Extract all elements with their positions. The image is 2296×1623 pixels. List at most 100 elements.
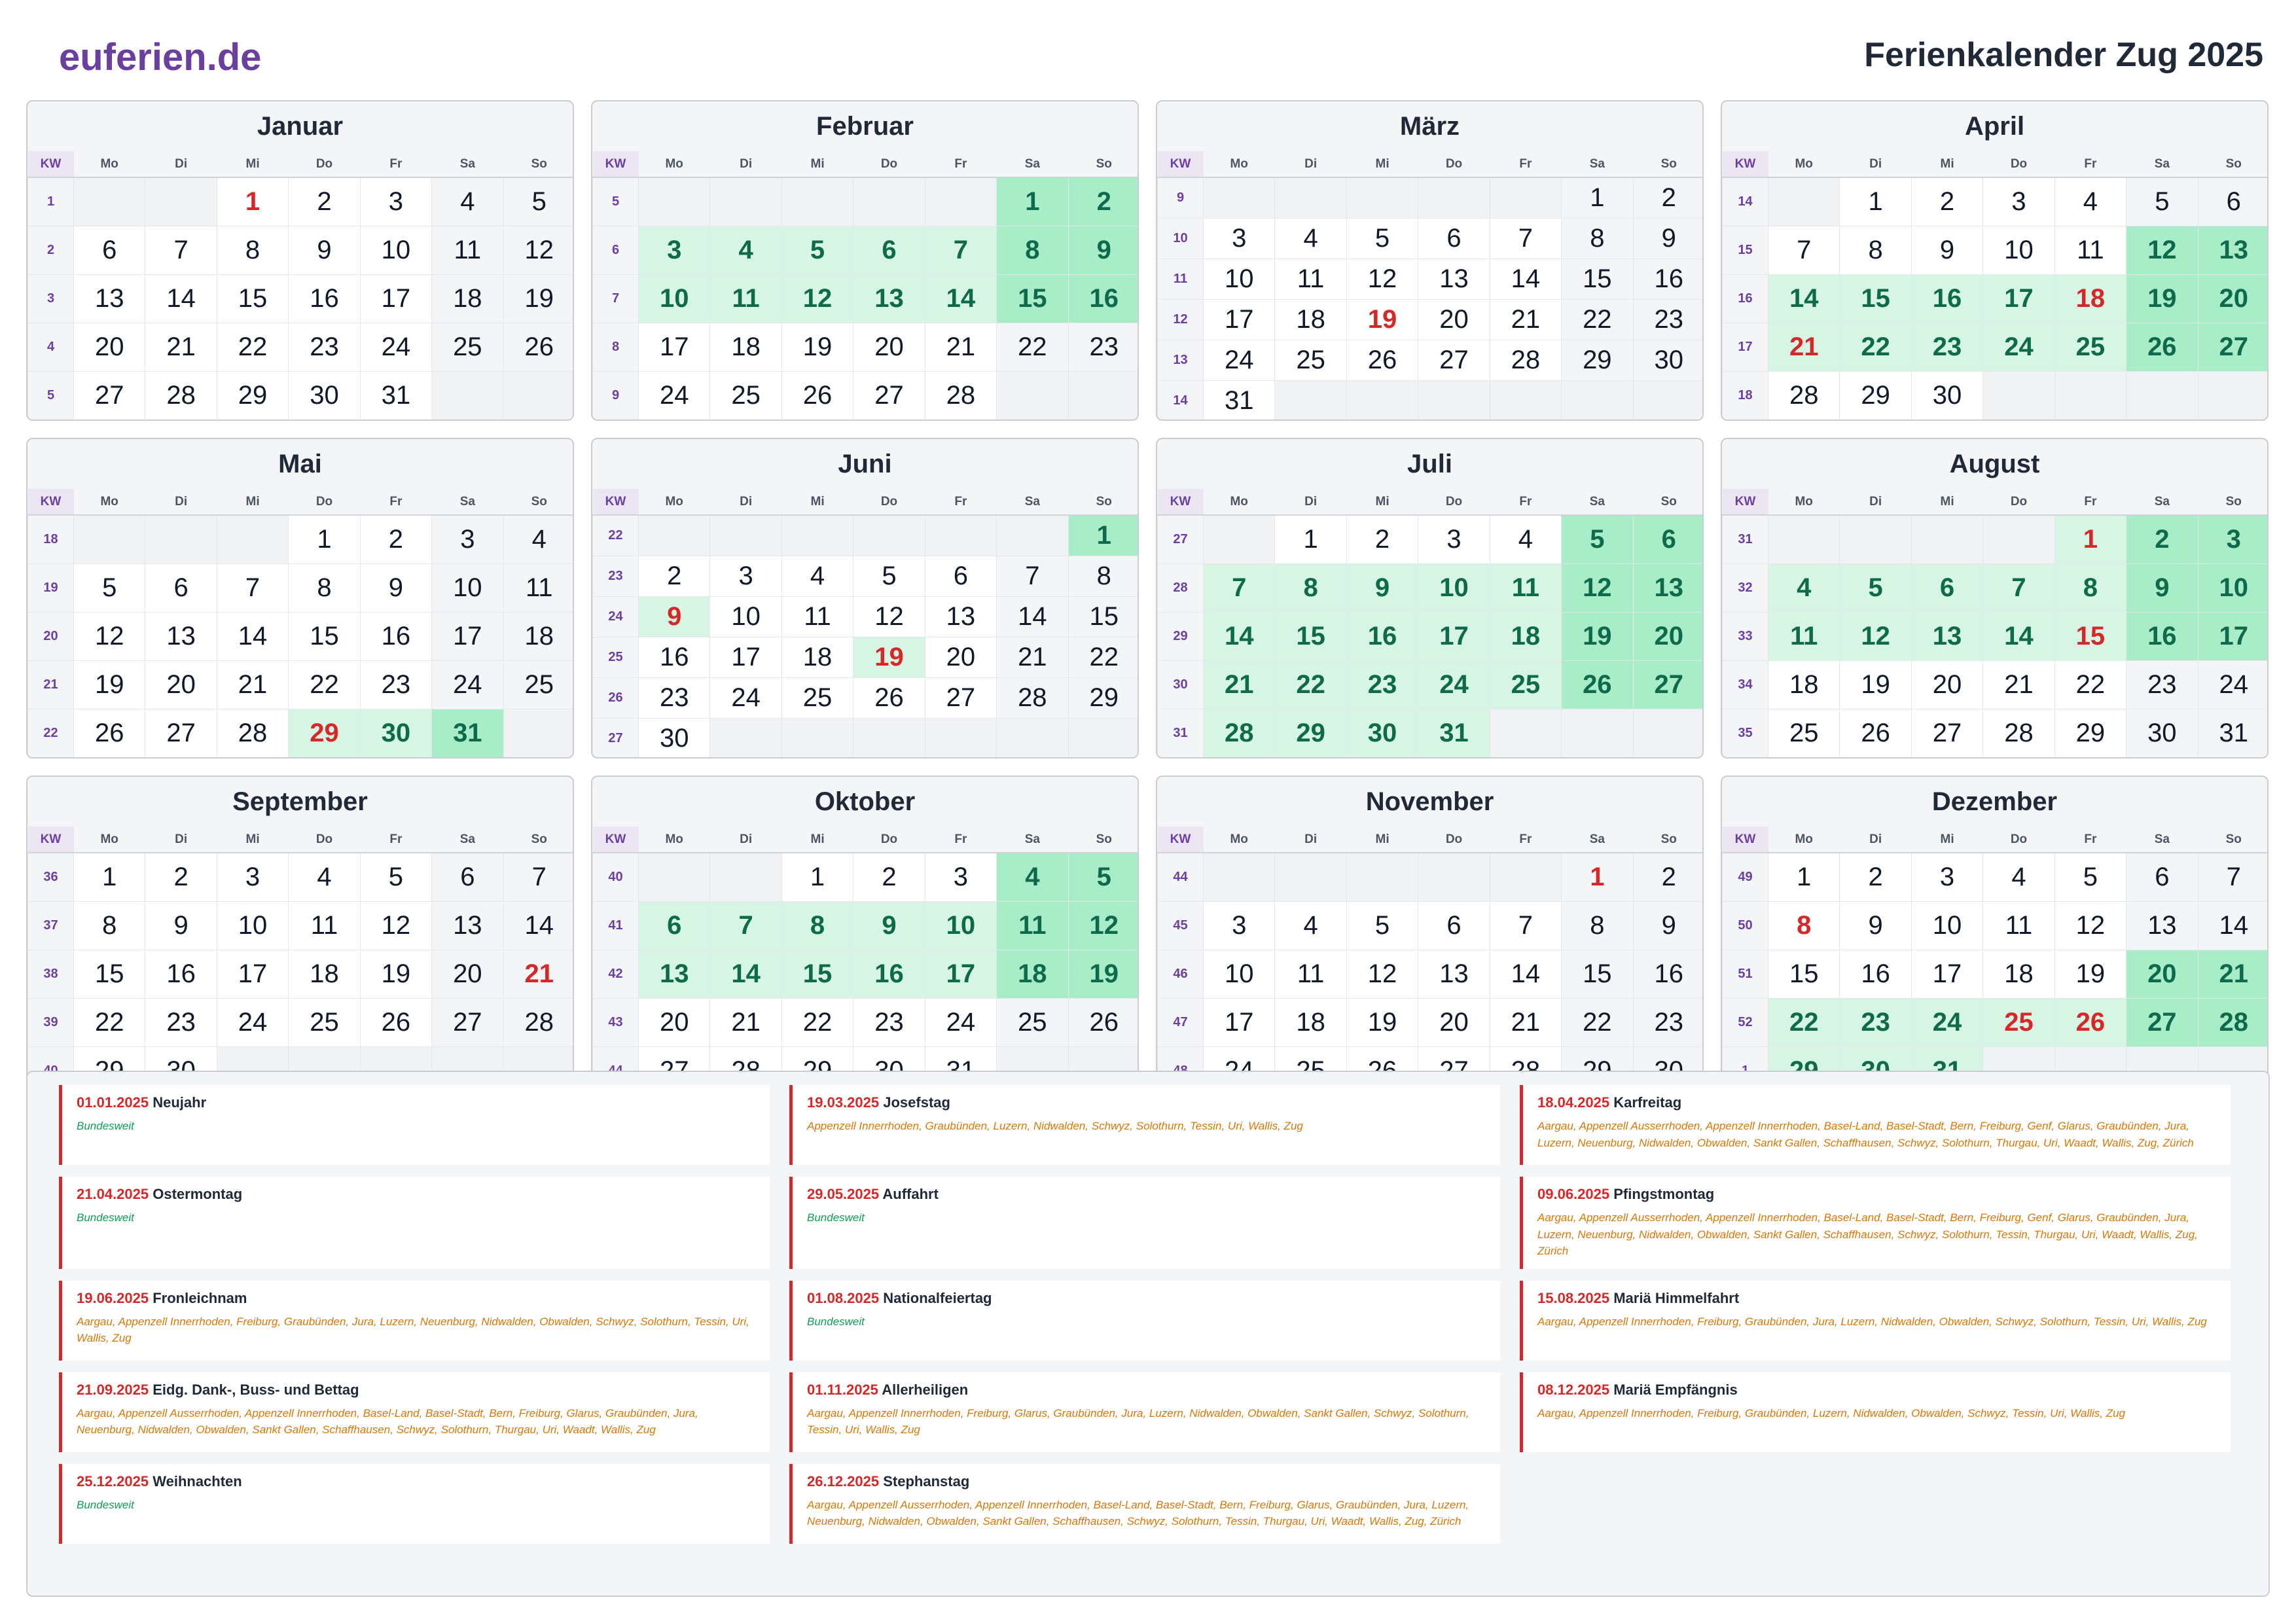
- day-cell[interactable]: 18: [1982, 949, 2055, 999]
- day-cell[interactable]: 4: [1274, 217, 1347, 259]
- day-cell[interactable]: 21: [1767, 322, 1840, 372]
- day-cell[interactable]: 19: [503, 274, 573, 323]
- day-cell[interactable]: 10: [924, 901, 997, 950]
- day-cell[interactable]: 21: [924, 322, 997, 372]
- day-cell[interactable]: 18: [1274, 997, 1347, 1047]
- day-cell[interactable]: 20: [73, 322, 146, 372]
- day-cell[interactable]: 6: [145, 563, 217, 613]
- day-cell[interactable]: 1: [1274, 514, 1347, 564]
- site-logo[interactable]: euferien.de: [59, 35, 261, 79]
- day-cell[interactable]: 8: [1561, 901, 1634, 950]
- day-cell[interactable]: 8: [1767, 901, 1840, 950]
- day-cell[interactable]: 15: [781, 949, 854, 999]
- day-cell[interactable]: 8: [216, 225, 289, 275]
- day-cell[interactable]: 8: [288, 563, 361, 613]
- day-cell[interactable]: 24: [1202, 339, 1276, 381]
- day-cell[interactable]: 5: [1346, 217, 1419, 259]
- day-cell[interactable]: 16: [853, 949, 925, 999]
- day-cell[interactable]: 21: [216, 660, 289, 709]
- day-cell[interactable]: 18: [1274, 298, 1347, 340]
- day-cell[interactable]: 21: [1489, 997, 1562, 1047]
- day-cell[interactable]: 14: [1767, 274, 1840, 323]
- day-cell[interactable]: 14: [1489, 949, 1562, 999]
- day-cell[interactable]: 14: [1202, 611, 1276, 661]
- day-cell[interactable]: 24: [359, 322, 433, 372]
- day-cell[interactable]: 25: [431, 322, 504, 372]
- day-cell[interactable]: 23: [1910, 322, 1984, 372]
- day-cell[interactable]: 11: [996, 901, 1069, 950]
- day-cell[interactable]: 16: [637, 636, 711, 678]
- day-cell[interactable]: 21: [145, 322, 217, 372]
- day-cell[interactable]: 31: [1202, 380, 1276, 419]
- day-cell[interactable]: 15: [1561, 258, 1634, 300]
- day-cell[interactable]: 2: [1067, 177, 1138, 226]
- day-cell[interactable]: 22: [288, 660, 361, 709]
- day-cell[interactable]: 11: [1274, 258, 1347, 300]
- day-cell[interactable]: 12: [1561, 563, 1634, 613]
- day-cell[interactable]: 28: [996, 677, 1069, 719]
- day-cell[interactable]: 30: [637, 717, 711, 757]
- day-cell[interactable]: 21: [1489, 298, 1562, 340]
- day-cell[interactable]: 27: [73, 370, 146, 419]
- day-cell[interactable]: 20: [637, 997, 711, 1047]
- day-cell[interactable]: 26: [359, 997, 433, 1047]
- day-cell[interactable]: 22: [1839, 322, 1912, 372]
- day-cell[interactable]: 1: [73, 852, 146, 902]
- day-cell[interactable]: 10: [1982, 225, 2055, 275]
- day-cell[interactable]: 22: [996, 322, 1069, 372]
- day-cell[interactable]: 18: [1489, 611, 1562, 661]
- day-cell[interactable]: 23: [1346, 660, 1419, 709]
- day-cell[interactable]: 10: [1910, 901, 1984, 950]
- day-cell[interactable]: 22: [2054, 660, 2127, 709]
- day-cell[interactable]: 11: [503, 563, 573, 613]
- day-cell[interactable]: 13: [924, 596, 997, 637]
- day-cell[interactable]: 4: [288, 852, 361, 902]
- day-cell[interactable]: 5: [359, 852, 433, 902]
- day-cell[interactable]: 4: [431, 177, 504, 226]
- day-cell[interactable]: 27: [1632, 660, 1702, 709]
- day-cell[interactable]: 4: [1274, 901, 1347, 950]
- day-cell[interactable]: 12: [781, 274, 854, 323]
- day-cell[interactable]: 14: [996, 596, 1069, 637]
- day-cell[interactable]: 7: [1202, 563, 1276, 613]
- day-cell[interactable]: 10: [216, 901, 289, 950]
- day-cell[interactable]: 7: [1982, 563, 2055, 613]
- day-cell[interactable]: 5: [781, 225, 854, 275]
- day-cell[interactable]: 21: [1202, 660, 1276, 709]
- day-cell[interactable]: 25: [503, 660, 573, 709]
- day-cell[interactable]: 11: [709, 274, 782, 323]
- day-cell[interactable]: 8: [2054, 563, 2127, 613]
- day-cell[interactable]: 10: [2197, 563, 2267, 613]
- day-cell[interactable]: 7: [996, 555, 1069, 597]
- day-cell[interactable]: 16: [145, 949, 217, 999]
- day-cell[interactable]: 2: [1632, 852, 1702, 902]
- day-cell[interactable]: 21: [709, 997, 782, 1047]
- day-cell[interactable]: 24: [637, 370, 711, 419]
- day-cell[interactable]: 13: [2126, 901, 2198, 950]
- day-cell[interactable]: 14: [709, 949, 782, 999]
- day-cell[interactable]: 28: [216, 708, 289, 757]
- day-cell[interactable]: 25: [288, 997, 361, 1047]
- day-cell[interactable]: 13: [431, 901, 504, 950]
- day-cell[interactable]: 3: [2197, 514, 2267, 564]
- day-cell[interactable]: 28: [1767, 370, 1840, 419]
- day-cell[interactable]: 29: [2054, 708, 2127, 757]
- day-cell[interactable]: 10: [637, 274, 711, 323]
- day-cell[interactable]: 26: [503, 322, 573, 372]
- day-cell[interactable]: 6: [431, 852, 504, 902]
- day-cell[interactable]: 22: [781, 997, 854, 1047]
- day-cell[interactable]: 19: [73, 660, 146, 709]
- day-cell[interactable]: 7: [709, 901, 782, 950]
- day-cell[interactable]: 10: [1202, 949, 1276, 999]
- day-cell[interactable]: 8: [781, 901, 854, 950]
- day-cell[interactable]: 8: [73, 901, 146, 950]
- day-cell[interactable]: 21: [2197, 949, 2267, 999]
- day-cell[interactable]: 12: [73, 611, 146, 661]
- day-cell[interactable]: 17: [924, 949, 997, 999]
- day-cell[interactable]: 28: [145, 370, 217, 419]
- day-cell[interactable]: 13: [853, 274, 925, 323]
- day-cell[interactable]: 15: [73, 949, 146, 999]
- day-cell[interactable]: 29: [1839, 370, 1912, 419]
- day-cell[interactable]: 23: [145, 997, 217, 1047]
- day-cell[interactable]: 3: [216, 852, 289, 902]
